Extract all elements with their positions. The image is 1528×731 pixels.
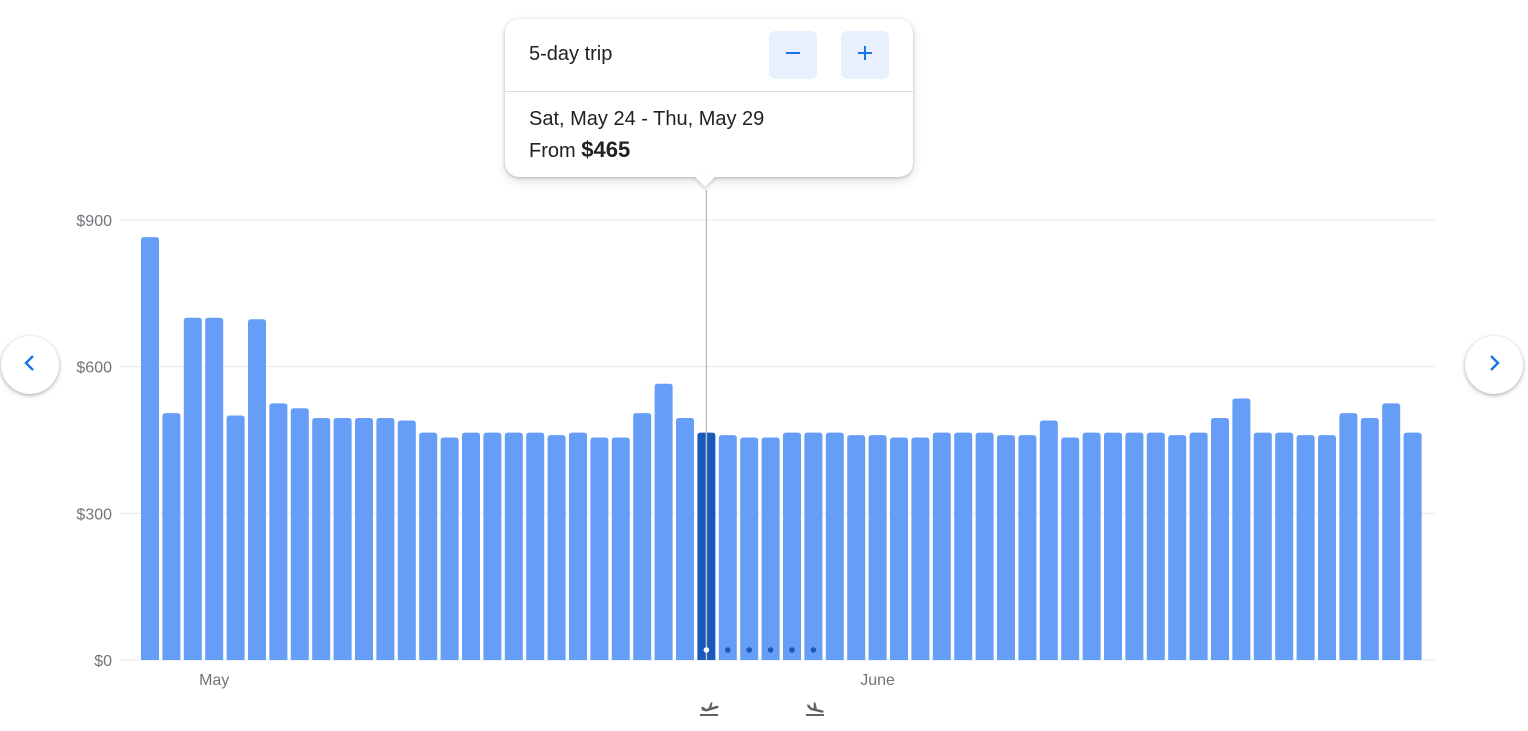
price-bar[interactable] xyxy=(141,237,159,660)
y-tick-label: $600 xyxy=(76,360,112,377)
price-bar[interactable] xyxy=(226,415,245,660)
month-label: June xyxy=(860,672,895,689)
price-bar[interactable] xyxy=(1275,432,1294,660)
from-label: From xyxy=(529,140,576,162)
trip-length-label: 5-day trip xyxy=(529,43,613,65)
price-bar[interactable] xyxy=(1318,435,1336,660)
price-bar[interactable] xyxy=(162,413,181,660)
price-bar[interactable] xyxy=(654,383,673,660)
price-bar[interactable] xyxy=(333,418,352,660)
trip-price: $465 xyxy=(581,137,631,162)
price-bar[interactable] xyxy=(890,437,908,660)
price-bar[interactable] xyxy=(611,437,630,660)
bars xyxy=(141,237,1422,660)
price-bar[interactable] xyxy=(312,418,331,660)
price-bar[interactable] xyxy=(783,432,801,660)
flight-land-icon xyxy=(803,697,827,721)
price-bar[interactable] xyxy=(932,432,951,660)
price-bar[interactable] xyxy=(269,403,288,660)
trip-day-dot xyxy=(746,647,752,653)
price-bar[interactable] xyxy=(911,437,930,660)
trip-dates: Sat, May 24 - Thu, May 29 xyxy=(529,108,765,130)
price-bar[interactable] xyxy=(1146,432,1165,660)
tooltip-header: 5-day trip xyxy=(505,19,913,92)
price-bar[interactable] xyxy=(397,420,416,660)
price-bar[interactable] xyxy=(847,435,866,660)
next-button[interactable] xyxy=(1465,336,1523,394)
price-bar[interactable] xyxy=(205,317,224,660)
price-bar[interactable] xyxy=(440,437,459,660)
price-bar[interactable] xyxy=(1211,418,1229,660)
price-bar[interactable] xyxy=(975,432,994,660)
price-bar[interactable] xyxy=(1125,432,1144,660)
price-bar[interactable] xyxy=(376,418,395,660)
trip-day-dot xyxy=(703,647,710,653)
price-bar[interactable] xyxy=(676,418,694,660)
decrease-trip-length-button[interactable] xyxy=(769,31,817,79)
price-bar[interactable] xyxy=(248,319,266,660)
trip-day-dot xyxy=(767,647,774,653)
x-axis-labels: May June xyxy=(199,672,895,689)
price-bar[interactable] xyxy=(997,435,1015,660)
plus-icon xyxy=(854,42,876,69)
price-bar[interactable] xyxy=(183,317,202,660)
minus-icon xyxy=(782,42,804,69)
month-label: May xyxy=(199,672,229,689)
price-bar[interactable] xyxy=(868,435,887,660)
price-bar[interactable] xyxy=(462,432,480,660)
price-bar[interactable] xyxy=(1382,403,1401,660)
trip-day-dot xyxy=(789,647,795,653)
price-bar[interactable] xyxy=(1253,432,1272,660)
price-bar[interactable] xyxy=(1168,435,1187,660)
price-bar[interactable] xyxy=(740,437,759,660)
price-bar[interactable] xyxy=(1403,432,1422,660)
price-bar[interactable] xyxy=(1232,398,1251,660)
price-bar[interactable] xyxy=(1339,413,1358,660)
price-bar[interactable] xyxy=(1082,432,1101,660)
y-axis-labels: $0 $300 $600 $900 xyxy=(76,213,112,670)
price-bar[interactable] xyxy=(504,432,523,660)
price-bar[interactable] xyxy=(547,435,566,660)
trip-day-dot xyxy=(725,647,731,653)
chevron-right-icon xyxy=(1482,351,1506,380)
trip-day-dot xyxy=(810,647,817,653)
price-bar[interactable] xyxy=(1018,435,1037,660)
price-bar[interactable] xyxy=(1061,437,1080,660)
price-bar[interactable] xyxy=(1360,418,1379,660)
price-bar[interactable] xyxy=(355,418,373,660)
flight-takeoff-icon xyxy=(697,697,721,721)
price-bar[interactable] xyxy=(825,432,844,660)
price-line: From $465 xyxy=(529,137,630,163)
chevron-left-icon xyxy=(18,351,42,380)
price-bar[interactable] xyxy=(569,432,587,660)
increase-trip-length-button[interactable] xyxy=(841,31,889,79)
price-bar[interactable] xyxy=(954,432,973,660)
y-tick-label: $0 xyxy=(94,653,112,670)
price-bar[interactable] xyxy=(633,413,652,660)
price-bar[interactable] xyxy=(1039,420,1058,660)
price-bar[interactable] xyxy=(590,437,609,660)
price-bar[interactable] xyxy=(483,432,502,660)
price-bar[interactable] xyxy=(419,432,438,660)
price-bar[interactable] xyxy=(718,435,737,660)
y-tick-label: $900 xyxy=(76,213,112,230)
price-bar[interactable] xyxy=(804,432,823,660)
previous-button[interactable] xyxy=(1,336,59,394)
y-tick-label: $300 xyxy=(76,506,112,523)
price-bar[interactable] xyxy=(1296,435,1315,660)
price-bar[interactable] xyxy=(1104,432,1122,660)
price-bar[interactable] xyxy=(761,437,780,660)
price-tooltip: 5-day trip Sat, May 24 - Thu, May 29 Fro… xyxy=(505,19,913,187)
price-bar[interactable] xyxy=(526,432,545,660)
price-bar[interactable] xyxy=(1189,432,1208,660)
price-bar[interactable] xyxy=(290,408,309,660)
